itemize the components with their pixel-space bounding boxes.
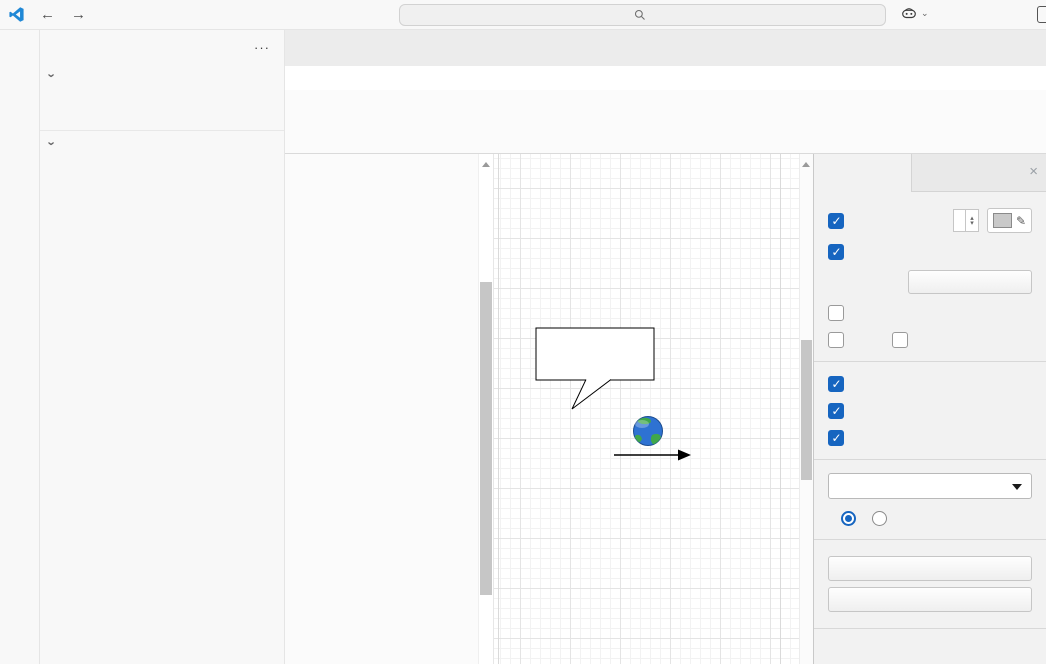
explorer-header: ···	[40, 30, 284, 64]
connection-points-checkbox[interactable]	[828, 403, 844, 419]
vscode-window: ← → ⌄	[0, 0, 1046, 664]
speech-bubble-shape[interactable]	[536, 328, 654, 409]
canvas-scrollbar-thumb[interactable]	[801, 340, 812, 480]
connection-arrows-checkbox[interactable]	[828, 376, 844, 392]
change-background-button[interactable]	[908, 270, 1032, 294]
palette-scrollbar-thumb[interactable]	[480, 282, 492, 595]
nav-back-icon[interactable]: ←	[32, 7, 63, 22]
workspace-root-header[interactable]	[40, 130, 284, 155]
explorer-more-actions-icon[interactable]: ···	[254, 40, 270, 55]
tab-style[interactable]	[912, 154, 1010, 191]
copilot-menu-button[interactable]: ⌄	[900, 4, 929, 22]
grid-color-swatch	[993, 213, 1012, 228]
editor-group-2-label	[40, 108, 284, 130]
canvas-scrollbar[interactable]	[799, 154, 813, 664]
guides-checkbox[interactable]	[828, 430, 844, 446]
background-color-row	[828, 304, 1032, 321]
paper-size-select[interactable]	[828, 473, 1032, 499]
close-icon[interactable]	[1029, 163, 1038, 180]
layout-panel-icon[interactable]	[1037, 6, 1046, 23]
orientation-radios	[828, 511, 1032, 526]
open-editors-header[interactable]	[40, 64, 284, 86]
globe-shape[interactable]	[634, 417, 663, 446]
shadow-sketch-row	[828, 331, 1032, 348]
page-view-checkbox[interactable]	[828, 244, 844, 260]
background-row	[828, 270, 1032, 294]
grid-size-stepper[interactable]	[965, 210, 978, 231]
titlebar: ← → ⌄	[0, 0, 1046, 30]
sketch-checkbox[interactable]	[892, 332, 908, 348]
scroll-up-icon[interactable]	[802, 162, 810, 167]
activity-bar	[0, 30, 40, 664]
connection-arrows-row	[828, 375, 1032, 392]
chevron-down-icon	[44, 69, 60, 82]
editor-area	[285, 30, 1046, 664]
page-view-row	[828, 243, 1032, 260]
format-panel	[813, 154, 1046, 664]
grid-color-button[interactable]	[987, 208, 1032, 233]
grid-row	[828, 208, 1032, 233]
tab-diagram[interactable]	[814, 154, 912, 192]
guides-row	[828, 429, 1032, 446]
drawio-toolbar	[285, 117, 1046, 154]
chevron-down-icon: ⌄	[921, 8, 929, 19]
grid-checkbox[interactable]	[828, 213, 844, 229]
palette-scrollbar[interactable]	[478, 154, 494, 664]
portrait-radio[interactable]	[841, 511, 856, 526]
scroll-up-icon[interactable]	[482, 162, 490, 167]
copilot-icon	[900, 4, 918, 22]
tab-bar	[285, 30, 1046, 66]
explorer-panel: ···	[40, 30, 285, 664]
search-icon	[634, 9, 646, 21]
command-center-search[interactable]	[399, 4, 886, 26]
background-color-checkbox[interactable]	[828, 305, 844, 321]
editor-group-1-label	[40, 86, 284, 108]
pencil-icon	[1016, 213, 1026, 228]
connection-arrow-shape[interactable]	[614, 450, 691, 461]
shadow-checkbox[interactable]	[828, 332, 844, 348]
clear-default-style-button[interactable]	[828, 587, 1032, 612]
breadcrumb	[285, 66, 1046, 90]
format-panel-tabs	[814, 154, 1046, 192]
landscape-radio[interactable]	[872, 511, 887, 526]
edit-data-button[interactable]	[828, 556, 1032, 581]
chevron-down-icon	[44, 137, 60, 150]
vscode-logo-icon	[0, 6, 32, 23]
grid-size-input[interactable]	[953, 209, 979, 232]
nav-forward-icon[interactable]: →	[63, 7, 94, 22]
drawio-menubar	[285, 90, 1046, 117]
connection-points-row	[828, 402, 1032, 419]
drawio-canvas[interactable]	[494, 154, 799, 664]
shape-palette	[285, 154, 478, 664]
